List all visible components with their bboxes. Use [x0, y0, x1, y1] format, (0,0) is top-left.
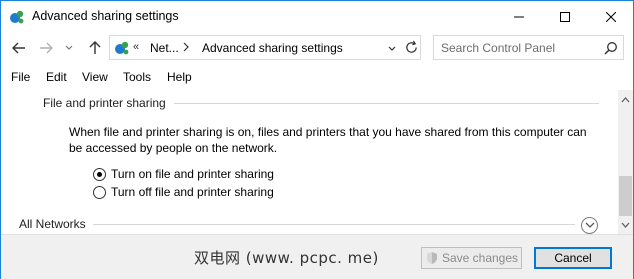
breadcrumb-separator-icon: [183, 42, 189, 52]
minimize-button[interactable]: [496, 1, 542, 32]
arrow-up-icon: [89, 41, 101, 54]
section-title-all-networks[interactable]: All Networks: [19, 217, 86, 231]
save-changes-button[interactable]: Save changes: [421, 247, 522, 269]
section-title-file-printer-sharing: File and printer sharing: [43, 96, 166, 110]
window-title: Advanced sharing settings: [32, 9, 179, 23]
minimize-icon: [514, 16, 524, 17]
close-icon: [606, 11, 616, 22]
chevron-down-icon: [585, 222, 594, 228]
forward-button[interactable]: [38, 40, 54, 56]
radio-turn-off-label[interactable]: Turn off file and printer sharing: [111, 185, 274, 199]
menu-help[interactable]: Help: [167, 70, 192, 84]
arrow-left-icon: [12, 42, 25, 54]
menu-edit[interactable]: Edit: [46, 70, 67, 84]
scroll-thumb[interactable]: [619, 176, 632, 216]
radio-selected-indicator[interactable]: [93, 167, 106, 181]
network-location-icon: [115, 41, 129, 55]
search-input[interactable]: [441, 40, 591, 56]
radio-turn-on-sharing[interactable]: Turn on file and printer sharing: [93, 166, 274, 182]
maximize-button[interactable]: [542, 1, 588, 32]
search-box[interactable]: [433, 35, 624, 60]
settings-content: File and printer sharing When file and p…: [1, 90, 618, 234]
section-divider: [174, 103, 599, 104]
advanced-sharing-window: Advanced sharing settings « Net... Advan…: [0, 0, 634, 279]
refresh-icon[interactable]: [404, 40, 419, 55]
save-changes-label: Save changes: [441, 251, 519, 265]
dialog-footer: 双电网 (www. pcpc. me) Save changes Cancel: [1, 234, 633, 279]
recent-locations-button[interactable]: [63, 40, 75, 56]
scroll-up-icon[interactable]: [621, 96, 630, 104]
back-button[interactable]: [11, 40, 27, 56]
watermark-text: 双电网 (www. pcpc. me): [194, 249, 379, 267]
menu-tools[interactable]: Tools: [123, 70, 151, 84]
cancel-label: Cancel: [554, 251, 592, 265]
breadcrumb-overflow[interactable]: «: [133, 41, 139, 53]
maximize-icon: [560, 11, 570, 22]
search-icon[interactable]: [604, 41, 618, 55]
sharing-description: When file and printer sharing is on, fil…: [69, 125, 587, 155]
address-dropdown-icon[interactable]: [386, 41, 398, 55]
arrow-right-icon: [40, 42, 53, 54]
cancel-button[interactable]: Cancel: [534, 247, 612, 269]
address-bar[interactable]: « Net... Advanced sharing settings: [109, 35, 421, 60]
radio-turn-on-label[interactable]: Turn on file and printer sharing: [111, 167, 274, 181]
up-button[interactable]: [87, 40, 103, 56]
menu-file[interactable]: File: [11, 70, 30, 84]
navigation-bar: « Net... Advanced sharing settings: [1, 32, 633, 64]
section-divider: [93, 224, 575, 225]
chevron-down-icon: [65, 45, 73, 50]
uac-shield-icon: [426, 252, 437, 264]
menu-bar: File Edit View Tools Help: [1, 68, 633, 88]
title-bar[interactable]: Advanced sharing settings: [1, 1, 633, 32]
breadcrumb-advanced-sharing[interactable]: Advanced sharing settings: [202, 41, 343, 55]
menu-view[interactable]: View: [82, 70, 108, 84]
radio-unselected-indicator[interactable]: [93, 185, 106, 199]
network-app-icon: [10, 10, 24, 24]
vertical-scrollbar[interactable]: [618, 90, 633, 234]
close-button[interactable]: [588, 1, 634, 32]
scroll-down-icon[interactable]: [621, 221, 630, 229]
breadcrumb-network[interactable]: Net...: [150, 41, 179, 55]
radio-turn-off-sharing[interactable]: Turn off file and printer sharing: [93, 184, 274, 200]
expand-all-networks-button[interactable]: [581, 217, 598, 234]
